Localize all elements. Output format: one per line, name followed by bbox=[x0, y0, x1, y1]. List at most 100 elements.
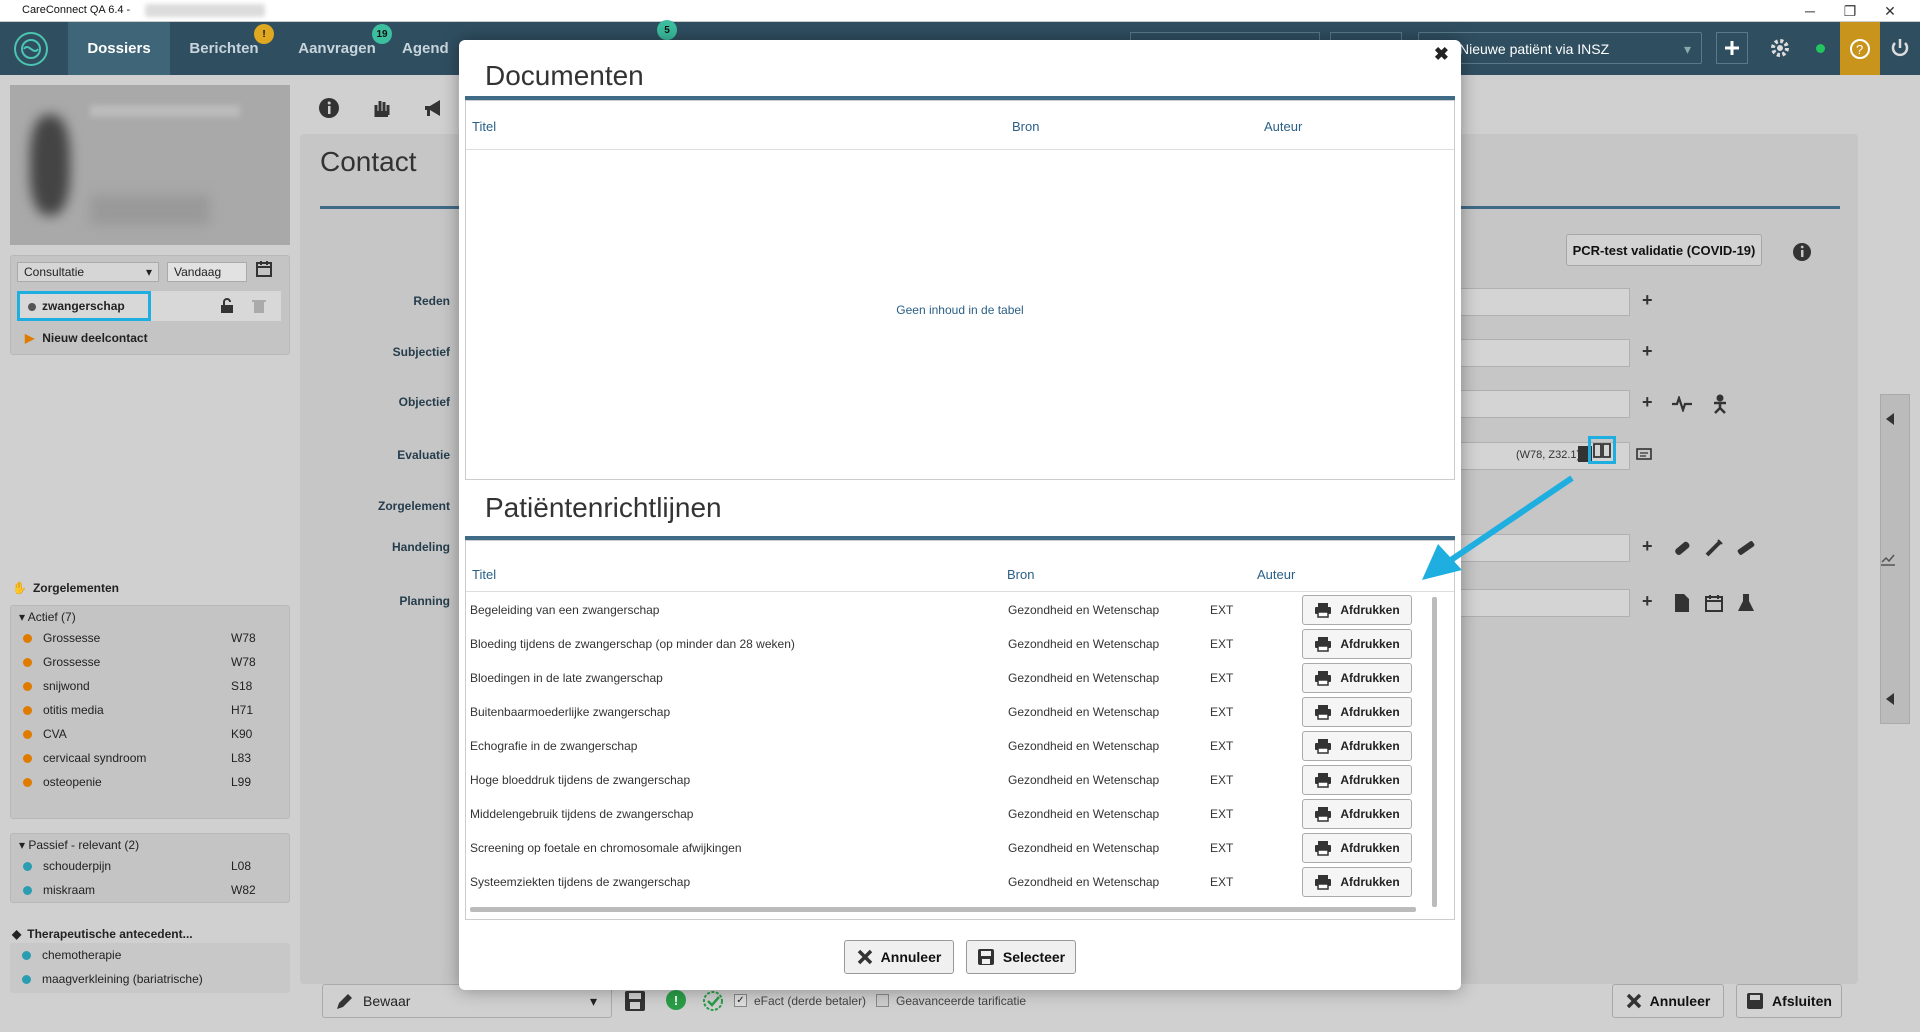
reden-field[interactable] bbox=[1450, 288, 1630, 316]
megaphone-icon[interactable] bbox=[422, 97, 444, 119]
gear-icon[interactable] bbox=[1764, 32, 1796, 64]
add-objectief-icon[interactable]: + bbox=[1642, 392, 1653, 413]
list-item[interactable]: maagverkleining (bariatrische) bbox=[10, 967, 290, 991]
consult-type-select[interactable]: Consultatie ▾ bbox=[17, 262, 159, 282]
afdrukken-button[interactable]: Afdrukken bbox=[1302, 799, 1412, 829]
table-row[interactable]: Middelengebruik tijdens de zwangerschap G… bbox=[466, 797, 1426, 831]
info-icon[interactable] bbox=[318, 97, 340, 119]
list-item[interactable]: otitis media H71 bbox=[11, 698, 291, 722]
col-auteur[interactable]: Auteur bbox=[1257, 567, 1295, 582]
afdrukken-button[interactable]: Afdrukken bbox=[1302, 867, 1412, 897]
minimize-button[interactable]: ─ bbox=[1790, 0, 1830, 22]
annuleer-button[interactable]: Annuleer bbox=[844, 940, 954, 974]
bandage-icon[interactable] bbox=[1668, 534, 1696, 562]
add-icon[interactable] bbox=[1716, 32, 1748, 64]
add-subjectief-icon[interactable]: + bbox=[1642, 341, 1653, 362]
table-row[interactable]: Begeleiding van een zwangerschap Gezondhe… bbox=[466, 593, 1426, 627]
objectief-field[interactable] bbox=[1450, 390, 1630, 418]
afdrukken-button[interactable]: Afdrukken bbox=[1302, 697, 1412, 727]
table-row[interactable]: Echografie in de zwangerschap Gezondheid … bbox=[466, 729, 1426, 763]
subjectief-field[interactable] bbox=[1450, 339, 1630, 367]
afdrukken-button[interactable]: Afdrukken bbox=[1302, 833, 1412, 863]
tab-dossiers-label: Dossiers bbox=[87, 40, 151, 57]
efact-checkbox[interactable]: ✓ bbox=[734, 994, 747, 1007]
comment-icon[interactable] bbox=[1636, 448, 1652, 462]
vertical-scrollbar[interactable] bbox=[1432, 597, 1437, 907]
unlock-icon[interactable] bbox=[219, 298, 235, 314]
passief-header[interactable]: ▾ Passief - relevant (2) bbox=[19, 838, 139, 852]
col-bron[interactable]: Bron bbox=[1007, 567, 1034, 582]
afsluiten-button[interactable]: Afsluiten bbox=[1736, 984, 1842, 1018]
chart-icon[interactable] bbox=[1880, 552, 1896, 566]
zorgelementen-title: Zorgelementen bbox=[32, 581, 119, 595]
calendar-icon[interactable] bbox=[1700, 589, 1728, 617]
status-dot-icon bbox=[23, 730, 32, 739]
annuleer-contact-button[interactable]: Annuleer bbox=[1612, 984, 1724, 1018]
heartbeat-icon[interactable] bbox=[1668, 390, 1696, 418]
table-row[interactable]: Systeemziekten tijdens de zwangerschap Ge… bbox=[466, 865, 1426, 899]
col-titel[interactable]: Titel bbox=[472, 567, 496, 582]
syringe-icon[interactable] bbox=[1700, 534, 1728, 562]
documenten-title: Documenten bbox=[485, 60, 644, 91]
power-icon[interactable] bbox=[1884, 32, 1916, 64]
list-item[interactable]: schouderpijn L08 bbox=[11, 854, 291, 878]
afdrukken-button[interactable]: Afdrukken bbox=[1302, 731, 1412, 761]
list-item[interactable]: miskraam W82 bbox=[11, 878, 291, 902]
plaster-icon[interactable] bbox=[1732, 534, 1760, 562]
col-auteur[interactable]: Auteur bbox=[1264, 119, 1302, 134]
afdrukken-button[interactable]: Afdrukken bbox=[1302, 765, 1412, 795]
help-icon[interactable]: ? bbox=[1840, 22, 1880, 75]
document-icon[interactable] bbox=[1668, 589, 1696, 617]
info-icon[interactable] bbox=[1792, 242, 1812, 262]
trash-icon[interactable] bbox=[251, 298, 267, 314]
table-row[interactable]: Bloedingen in de late zwangerschap Gezond… bbox=[466, 661, 1426, 695]
planning-field[interactable] bbox=[1450, 589, 1630, 617]
list-item[interactable]: snijwond S18 bbox=[11, 674, 291, 698]
date-field[interactable]: Vandaag bbox=[167, 262, 247, 282]
add-planning-icon[interactable]: + bbox=[1642, 591, 1653, 612]
add-reden-icon[interactable]: + bbox=[1642, 290, 1653, 311]
afsluiten-label: Afsluiten bbox=[1772, 993, 1832, 1009]
passief-panel: ▾ Passief - relevant (2) schouderpijn L08… bbox=[10, 833, 290, 903]
aanvragen-badge: 19 bbox=[372, 24, 392, 44]
afdrukken-button[interactable]: Afdrukken bbox=[1302, 629, 1412, 659]
book-icon[interactable] bbox=[1588, 436, 1616, 464]
check-badge-icon[interactable] bbox=[702, 990, 724, 1012]
calendar-icon[interactable] bbox=[255, 260, 273, 278]
table-row[interactable]: Bloeding tijdens de zwangerschap (op min… bbox=[466, 627, 1426, 661]
col-bron[interactable]: Bron bbox=[1012, 119, 1039, 134]
collapse-left-icon[interactable] bbox=[1884, 412, 1896, 426]
save-icon[interactable] bbox=[624, 990, 646, 1012]
col-titel[interactable]: Titel bbox=[472, 119, 496, 134]
pcr-validatie-button[interactable]: PCR-test validatie (COVID-19) bbox=[1566, 234, 1762, 266]
contact-item-zwangerschap[interactable]: zwangerschap bbox=[17, 291, 151, 321]
close-window-button[interactable]: ✕ bbox=[1870, 0, 1910, 22]
table-row[interactable]: Buitenbaarmoederlijke zwangerschap Gezond… bbox=[466, 695, 1426, 729]
collapse-left-icon-2[interactable] bbox=[1884, 692, 1896, 706]
table-row[interactable]: Hoge bloeddruk tijdens de zwangerschap Ge… bbox=[466, 763, 1426, 797]
tab-dossiers[interactable]: Dossiers bbox=[68, 22, 170, 75]
selecteer-button[interactable]: Selecteer bbox=[966, 940, 1076, 974]
row-bron: Gezondheid en Wetenschap bbox=[1008, 739, 1160, 753]
list-item[interactable]: osteopenie L99 bbox=[11, 770, 291, 794]
list-item[interactable]: CVA K90 bbox=[11, 722, 291, 746]
afdrukken-button[interactable]: Afdrukken bbox=[1302, 595, 1412, 625]
list-item[interactable]: Grossesse W78 bbox=[11, 626, 291, 650]
add-handeling-icon[interactable]: + bbox=[1642, 536, 1653, 557]
flask-icon[interactable] bbox=[1732, 589, 1760, 617]
table-row[interactable]: Screening op foetale en chromosomale afw… bbox=[466, 831, 1426, 865]
list-item[interactable]: Grossesse W78 bbox=[11, 650, 291, 674]
baby-icon[interactable] bbox=[1706, 390, 1734, 418]
list-item[interactable]: cervicaal syndroom L83 bbox=[11, 746, 291, 770]
list-item[interactable]: chemotherapie bbox=[10, 943, 290, 967]
horizontal-scrollbar[interactable] bbox=[470, 907, 1416, 912]
modal-close-icon[interactable]: ✖ bbox=[1434, 44, 1449, 65]
new-subcontact-link[interactable]: ▶ Nieuw deelcontact bbox=[25, 331, 148, 345]
tab-agenda[interactable]: Agend bbox=[402, 22, 462, 75]
actief-header[interactable]: ▾ Actief (7) bbox=[19, 610, 76, 624]
warning-icon[interactable]: ! bbox=[666, 990, 686, 1010]
maximize-button[interactable]: ❐ bbox=[1830, 0, 1870, 22]
afdrukken-button[interactable]: Afdrukken bbox=[1302, 663, 1412, 693]
tarificatie-checkbox[interactable] bbox=[876, 994, 889, 1007]
hand-icon[interactable] bbox=[370, 97, 392, 119]
